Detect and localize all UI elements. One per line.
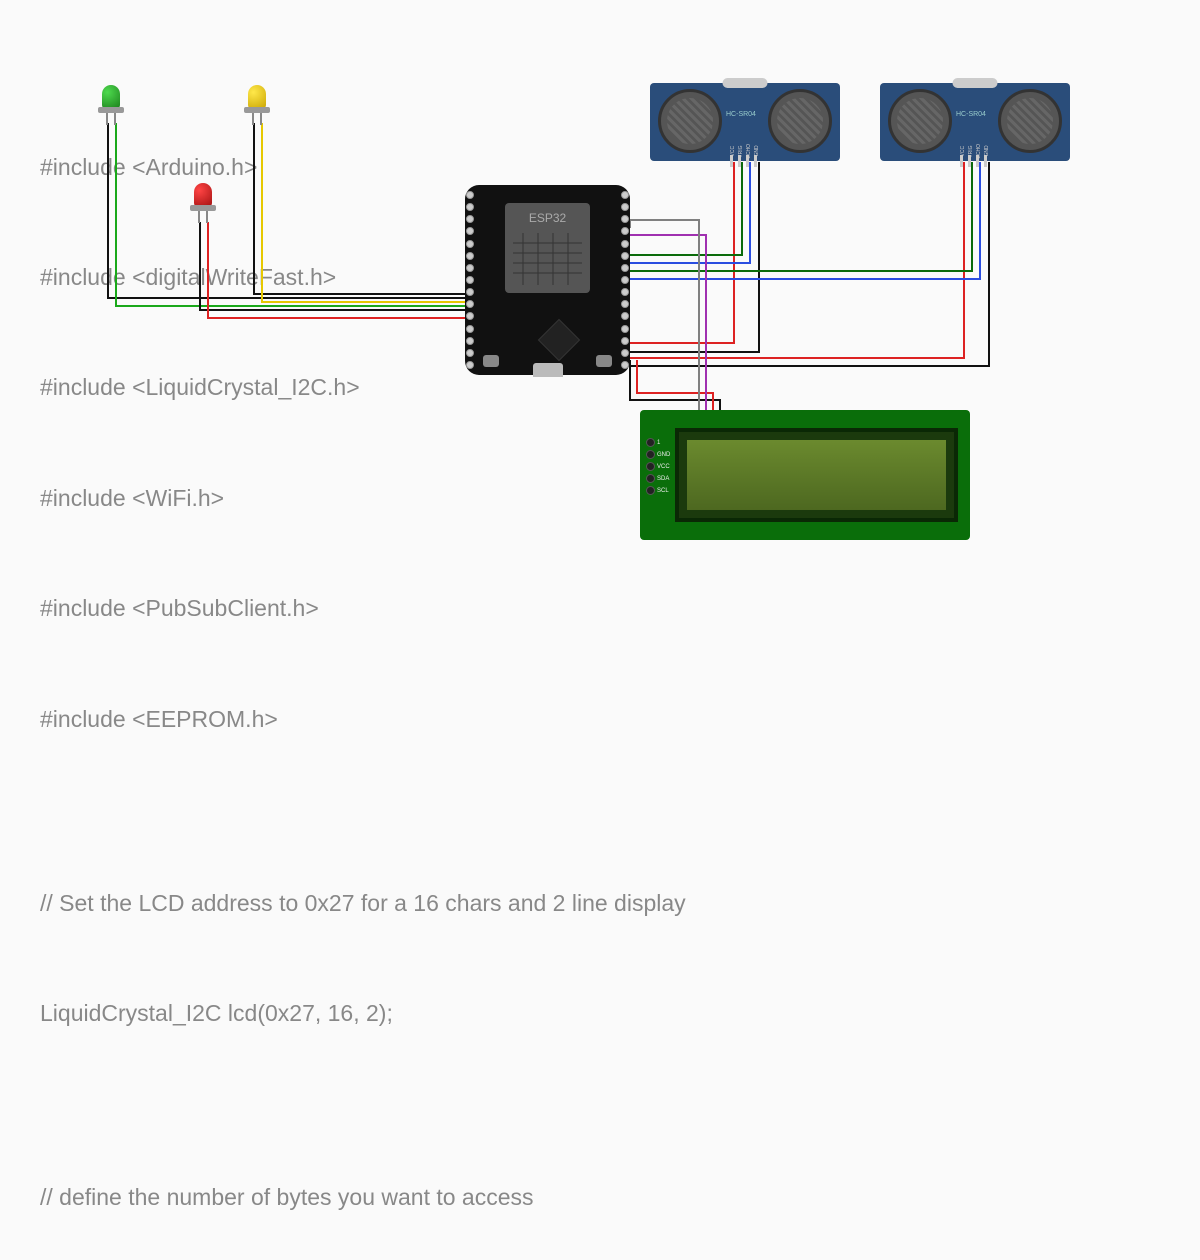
code-line: // Set the LCD address to 0x27 for a 16 …	[40, 885, 686, 922]
led-bulb	[102, 85, 120, 109]
sensor-crystal-icon	[953, 78, 998, 88]
led-lead	[114, 113, 116, 125]
code-line: #include <EEPROM.h>	[40, 701, 686, 738]
led-base	[244, 107, 270, 113]
lcd-inner	[687, 440, 946, 510]
usb-port-icon	[533, 363, 563, 377]
lcd-screen	[675, 428, 958, 522]
transducer-icon	[998, 89, 1062, 153]
code-line: LiquidCrystal_I2C lcd(0x27, 16, 2);	[40, 995, 686, 1032]
esp32-label: ESP32	[505, 211, 590, 225]
sensor-model-label: HC-SR04	[956, 111, 986, 118]
chip-grid-icon	[513, 233, 582, 285]
sensor-crystal-icon	[723, 78, 768, 88]
led-lead	[260, 113, 262, 125]
esp32-chip-icon	[538, 319, 580, 361]
transducer-icon	[768, 89, 832, 153]
led-lead	[106, 113, 108, 125]
led-base	[98, 107, 124, 113]
ultrasonic-sensor-1: HC-SR04 VCCTRIGECHOGND	[650, 83, 840, 161]
sensor-pins	[960, 155, 987, 167]
led-lead	[252, 113, 254, 125]
lcd-pin-label: 1	[657, 440, 660, 446]
lcd-pin-label: GND	[657, 452, 670, 458]
code-line: #include <PubSubClient.h>	[40, 590, 686, 627]
led-bulb	[194, 183, 212, 207]
lcd-pin-label: VCC	[657, 464, 670, 470]
led-red	[194, 183, 212, 211]
led-yellow	[248, 85, 266, 113]
code-line: #include <Arduino.h>	[40, 149, 686, 186]
ultrasonic-sensor-2: HC-SR04 VCCTRIGECHOGND	[880, 83, 1070, 161]
esp32-board: ESP32	[465, 185, 630, 375]
lcd-pin-label: SCL	[657, 488, 669, 494]
pin-header-left	[463, 191, 477, 369]
sensor-pins	[730, 155, 757, 167]
transducer-icon	[888, 89, 952, 153]
sensor-model-label: HC-SR04	[726, 111, 756, 118]
lcd-display: 1 GND VCC SDA SCL	[640, 410, 970, 540]
boot-button	[483, 355, 499, 367]
led-green	[102, 85, 120, 113]
esp32-shield: ESP32	[505, 203, 590, 293]
code-line: #include <WiFi.h>	[40, 480, 686, 517]
lcd-i2c-pins: 1 GND VCC SDA SCL	[646, 438, 670, 495]
pin-header-right	[618, 191, 632, 369]
reset-button	[596, 355, 612, 367]
led-bulb	[248, 85, 266, 109]
led-lead	[198, 211, 200, 223]
led-base	[190, 205, 216, 211]
led-lead	[206, 211, 208, 223]
transducer-icon	[658, 89, 722, 153]
code-line: // define the number of bytes you want t…	[40, 1179, 686, 1216]
lcd-pin-label: SDA	[657, 476, 669, 482]
